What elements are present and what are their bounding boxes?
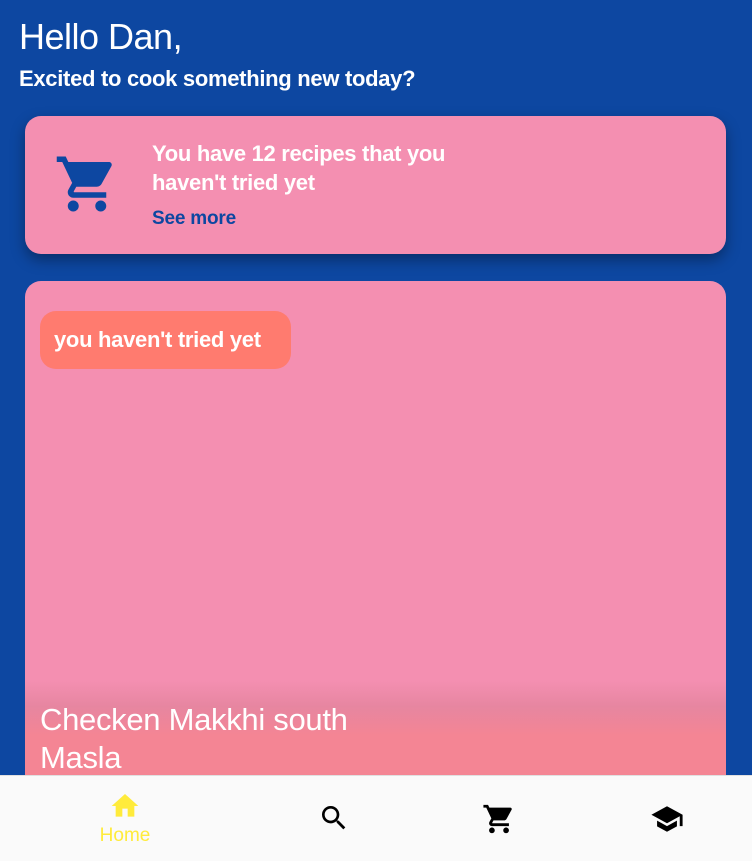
search-icon — [318, 802, 350, 834]
recipe-tag: you haven't tried yet — [40, 311, 291, 369]
see-more-link[interactable]: See more — [152, 208, 236, 230]
greeting-title: Hello Dan, — [19, 16, 183, 57]
shopping-cart-icon — [54, 151, 120, 217]
nav-item-home-label: Home — [99, 825, 151, 846]
home-screen: Hello Dan, Excited to cook something new… — [0, 0, 752, 861]
nav-item-search[interactable] — [274, 776, 394, 861]
home-icon — [109, 790, 141, 822]
nav-item-home[interactable]: Home — [65, 776, 185, 861]
recipe-title: Checken Makkhi south Masla — [40, 702, 348, 775]
nav-item-cart[interactable] — [439, 776, 559, 861]
recipe-card[interactable]: you haven't tried yet Checken Makkhi sou… — [25, 281, 726, 841]
greeting-subtitle: Excited to cook something new today? — [19, 66, 416, 91]
school-icon — [650, 802, 684, 836]
bottom-navigation: Home — [0, 775, 752, 861]
nav-item-learn[interactable] — [607, 776, 727, 861]
untried-recipes-text: You have 12 recipes that you haven't tri… — [152, 141, 446, 195]
shopping-cart-icon — [482, 802, 516, 836]
